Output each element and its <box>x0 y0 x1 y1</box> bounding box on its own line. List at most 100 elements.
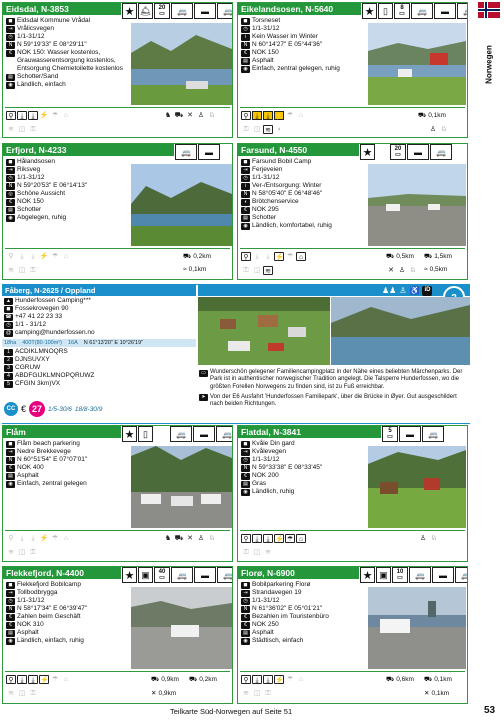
shop-icon: ⚿ <box>243 549 249 556</box>
feature-photo-1 <box>198 297 330 365</box>
facility-icons-row1: ⚲ ⤓ ⤓ ⚡ ☂ ⌂ <box>6 675 71 684</box>
bus-icon: ▣ <box>138 567 153 583</box>
tap-icon: ⚲ <box>241 111 251 120</box>
calendar-icon: ◷ <box>4 321 13 329</box>
facility-icons-row1: ⚲ ⤓ ⤓ ⚡ ☂ ⌂ <box>6 252 71 261</box>
cart-icon: ⛟ <box>424 676 433 683</box>
flag-norway <box>478 2 500 18</box>
acsi-cc-logo: CC <box>4 402 18 416</box>
wifi-icon: ≋ <box>8 126 14 133</box>
facility-icons-row2: ≋ ◫ ⚿ <box>6 125 38 134</box>
address-icon: ◼ <box>6 440 15 448</box>
facility-icons-row1: ⚲ ⤓ ⤓ ⚡ ☂ ⌂ <box>241 675 306 684</box>
environment-icon: ◉ <box>6 81 15 89</box>
facility-icons-row2: ⚿ ◫ ≋ <box>241 266 273 275</box>
price-icon: € <box>241 49 250 57</box>
address-icon: ◼ <box>241 581 250 589</box>
bus-icon: ▣ <box>376 567 391 583</box>
walk-icon: ♙ <box>398 267 406 274</box>
phone-icon: ▯ <box>378 3 393 19</box>
sign-icon: ▬ <box>193 426 215 442</box>
site-photo <box>131 23 232 105</box>
tap-icon: ⚲ <box>6 675 16 684</box>
info-icon: i <box>241 33 250 41</box>
nearby-icons: ♞ ⛟ ✕ ♙ ♘ <box>163 534 217 543</box>
tap-icon: ⚲ <box>6 111 16 120</box>
shower-icon: ☂ <box>51 535 59 542</box>
price-row: CC € 27 1/5-30/6 18/8-30/9 <box>4 401 102 417</box>
wifi-icon: ≋ <box>8 549 14 556</box>
calendar-icon: ◷ <box>241 456 250 464</box>
size-row: 18ha 400T(80-100m²) 16A N 61°13'20" E 10°26… <box>2 339 196 347</box>
road-icon: ⇥ <box>241 448 250 456</box>
site-photo <box>131 164 232 246</box>
motorhome-icon: 🚐 <box>411 3 433 19</box>
price-icon: € <box>241 621 250 629</box>
info-list: ◼ Flekkefjord Bobilcamp ⇥ Tollbodbrygga ◷ 1… <box>6 581 129 645</box>
road-icon: ⇥ <box>241 589 250 597</box>
shower-icon: ☂ <box>286 112 294 119</box>
gps-icon: N <box>6 456 15 464</box>
cart-icon: ⛟ <box>386 253 395 260</box>
card-title: Florø, N-6900 <box>238 567 359 579</box>
bread-icon: ◖ <box>276 126 282 133</box>
wc-icon: ⌂ <box>63 253 69 260</box>
distance-shop: ⛟ 0,9km <box>151 676 179 683</box>
bike-icon: ♘ <box>440 126 448 133</box>
chemical-toilet-icon: ⤓ <box>28 111 38 120</box>
featured-campsite: Fåberg, N-2625 / Oppland ♟♟ ♙ ♿ iD 2 ▲Hu… <box>2 284 470 424</box>
environment-icon: ◉ <box>6 214 15 222</box>
euro-icon: € <box>21 404 27 414</box>
environment-icon: ◉ <box>241 637 250 645</box>
facility-icons-row1: ⚲ ⤓ ⤓ ⚡ ☂ ⌂ <box>241 534 306 543</box>
sign-icon: ▬ <box>194 567 216 583</box>
info-list: ◼ Kvåle Din gard ⇥ Kvålevegen ◷ 1/1-31/12 N… <box>241 440 366 496</box>
page-number: 53 <box>484 705 496 716</box>
cutlery-icon: ✕ <box>388 267 394 274</box>
motorhome-icon: 🚐 <box>170 426 192 442</box>
feature-photo-2 <box>331 297 470 365</box>
distance-town: ⛟ 0,1km <box>424 676 452 683</box>
season-dates-1: 1/5-30/6 <box>48 405 72 413</box>
motorhome-icon: 🚐 <box>430 144 452 160</box>
address-icon: ◼ <box>241 17 250 25</box>
laundry-icon: ◫ <box>18 267 26 274</box>
feature-description: ▭ Wunderschön gelegener Familiencampingpl… <box>199 369 469 408</box>
motorhome-icon: 🚐 <box>175 144 197 160</box>
shower-icon: ☂ <box>286 253 294 260</box>
shop-icon: ⚿ <box>30 690 36 697</box>
gps-icon: N <box>6 41 15 49</box>
cart-icon: ⛟ <box>174 535 184 542</box>
distance-shop: ⛟ 0,6km <box>386 676 414 683</box>
facility-icons-row1: ⚲ ⤓ ⤓ ⚡ ☂ ⌂ <box>6 534 71 543</box>
family-icon: ♟♟ <box>382 286 397 295</box>
motorhome-icon: 🚐 <box>455 567 467 583</box>
hike-icon: ♞ <box>164 112 172 119</box>
tap-icon: ⚲ <box>8 535 14 542</box>
price-badge: 27 <box>29 401 46 417</box>
gps-icon: N <box>241 190 250 198</box>
wifi-icon: ≋ <box>8 690 14 697</box>
swim-icon: ≈ <box>424 266 428 273</box>
shower-icon: ☂ <box>285 534 295 543</box>
bike-icon: ♘ <box>409 267 417 274</box>
info-icon: i <box>241 182 250 190</box>
child-icon: ♙ <box>399 286 407 295</box>
grey-water-icon: ⤓ <box>252 111 262 120</box>
motorhome-icon: 🚐 <box>217 3 232 19</box>
surface-icon: ▤ <box>6 206 15 214</box>
service-bell-icon: 🛎 <box>138 3 153 19</box>
surface-icon: ▤ <box>241 214 250 222</box>
facility-icons-row1: ⚲ ⤓ ⤓ ⚡ ☂ ⌂ <box>241 111 306 120</box>
road-icon: ⇥ <box>6 25 15 33</box>
capacity-badge: 10 ▭ <box>392 567 408 583</box>
campsite-card-farsund: Farsund, N-4550 ★ 20 ▭ ▬ 🚐 ◼ Farsund Bobil… <box>237 143 468 280</box>
info-list: ◼ Hålandsosen ⇥ Riksveg ◷ 1/1-31/12 NN 59°2… <box>6 158 129 222</box>
footer-text: Teilkarte Süd-Norwegen auf Seite 51 <box>170 707 293 716</box>
walk-icon: ♙ <box>197 112 205 119</box>
price-icon: € <box>241 472 250 480</box>
motorhome-icon: 🚐 <box>409 567 431 583</box>
card-title: Eikelandsosen, N-5640 <box>238 3 361 15</box>
laundry-icon: ◫ <box>253 549 261 556</box>
laundry-icon: ◫ <box>253 690 261 697</box>
